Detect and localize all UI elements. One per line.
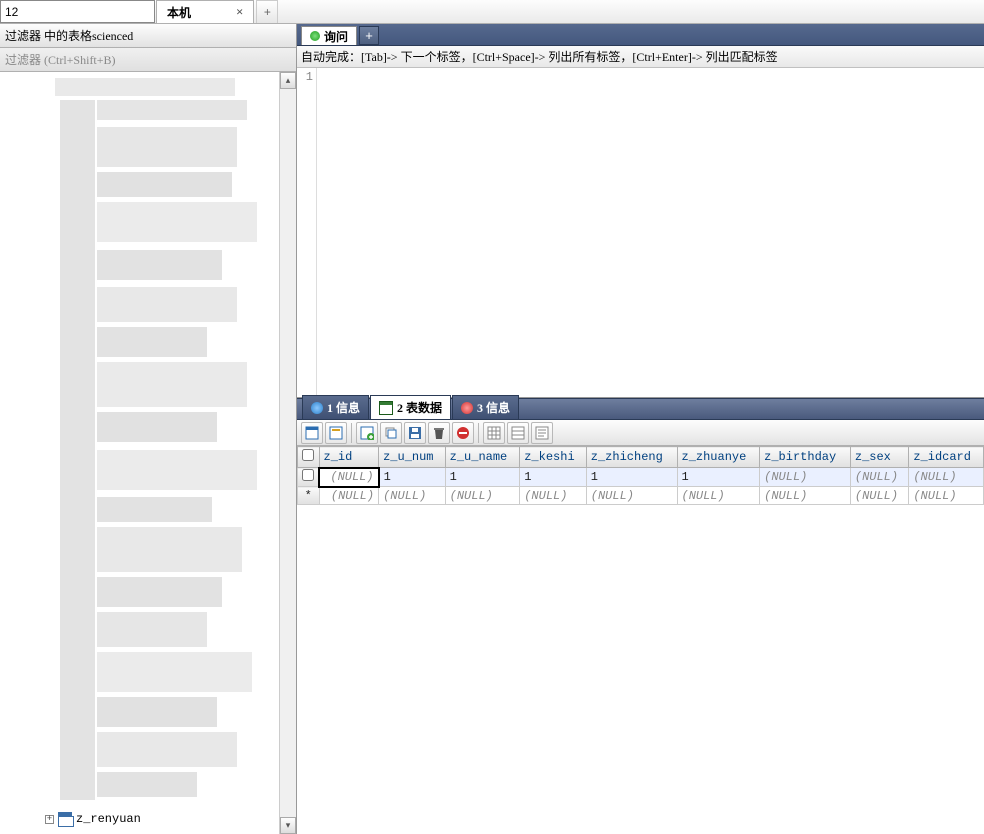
col-z_keshi[interactable]: z_keshi [520, 447, 587, 468]
table-icon [58, 812, 72, 826]
col-z_u_num[interactable]: z_u_num [379, 447, 446, 468]
text-view-button[interactable] [531, 422, 553, 444]
expand-icon[interactable]: + [45, 815, 54, 824]
scroll-up-icon[interactable]: ▴ [280, 72, 296, 89]
scroll-down-icon[interactable]: ▾ [280, 817, 296, 834]
top-search-input[interactable] [0, 0, 155, 23]
duplicate-row-button[interactable] [380, 422, 402, 444]
result-tab-info3[interactable]: 3 信息 [452, 395, 519, 419]
add-row-button[interactable] [356, 422, 378, 444]
result-tab-info1[interactable]: 1 信息 [302, 395, 369, 419]
col-z_birthday[interactable]: z_birthday [760, 447, 851, 468]
table-row[interactable]: (NULL) 1 1 1 1 1 (NULL) (NULL) (NULL) [298, 468, 984, 487]
sidebar: 过滤器 中的表格scienced 过滤器 (Ctrl+Shift+B) [0, 24, 297, 834]
col-z_zhicheng[interactable]: z_zhicheng [586, 447, 677, 468]
col-z_sex[interactable]: z_sex [850, 447, 908, 468]
new-row-marker: * [298, 487, 320, 505]
col-z_u_name[interactable]: z_u_name [445, 447, 520, 468]
select-all-checkbox[interactable] [302, 449, 314, 461]
table-data-icon [379, 401, 393, 415]
main-tab[interactable]: 本机 × [156, 0, 254, 23]
tree-view[interactable]: + z_renyuan ▴ ▾ [0, 72, 296, 834]
show-all-button[interactable] [301, 422, 323, 444]
tree-item-label: z_renyuan [76, 812, 141, 826]
query-tab-bar: 询问 + [297, 24, 984, 46]
filter-button[interactable] [325, 422, 347, 444]
info-icon [461, 402, 473, 414]
close-icon[interactable]: × [236, 4, 243, 20]
grid-empty-area [297, 505, 984, 834]
row-checkbox[interactable] [302, 469, 314, 481]
info-icon [311, 402, 323, 414]
vertical-scrollbar[interactable]: ▴ ▾ [279, 72, 296, 834]
line-number: 1 [297, 68, 317, 397]
tab-label: 本机 [167, 4, 191, 21]
filter-input[interactable]: 过滤器 (Ctrl+Shift+B) [0, 48, 296, 72]
data-grid[interactable]: z_id z_u_num z_u_name z_keshi z_zhicheng… [297, 446, 984, 505]
cancel-button[interactable] [452, 422, 474, 444]
query-tab-label: 询问 [324, 28, 348, 45]
col-z_id[interactable]: z_id [319, 447, 379, 468]
add-tab-button[interactable]: + [256, 0, 278, 23]
col-z_zhuanye[interactable]: z_zhuanye [677, 447, 760, 468]
query-status-icon [310, 31, 320, 41]
tree-item[interactable]: + z_renyuan [45, 812, 141, 826]
form-view-button[interactable] [507, 422, 529, 444]
grid-toolbar [297, 420, 984, 446]
sidebar-header: 过滤器 中的表格scienced [0, 24, 296, 48]
save-button[interactable] [404, 422, 426, 444]
grid-view-button[interactable] [483, 422, 505, 444]
sql-editor[interactable]: 1 [297, 68, 984, 398]
result-tab-bar: 1 信息 2 表数据 3 信息 blog.csdn.net/ [297, 398, 984, 420]
result-tab-tabledata[interactable]: 2 表数据 [370, 395, 451, 419]
query-tab[interactable]: 询问 [301, 26, 357, 45]
delete-row-button[interactable] [428, 422, 450, 444]
autocomplete-hint: 自动完成：[Tab]-> 下一个标签，[Ctrl+Space]-> 列出所有标签… [297, 46, 984, 68]
table-row[interactable]: * (NULL) (NULL) (NULL) (NULL) (NULL) (NU… [298, 487, 984, 505]
top-tab-bar: 本机 × + [0, 0, 984, 24]
header-row: z_id z_u_num z_u_name z_keshi z_zhicheng… [298, 447, 984, 468]
add-query-tab[interactable]: + [359, 26, 379, 45]
col-z_idcard[interactable]: z_idcard [909, 447, 984, 468]
